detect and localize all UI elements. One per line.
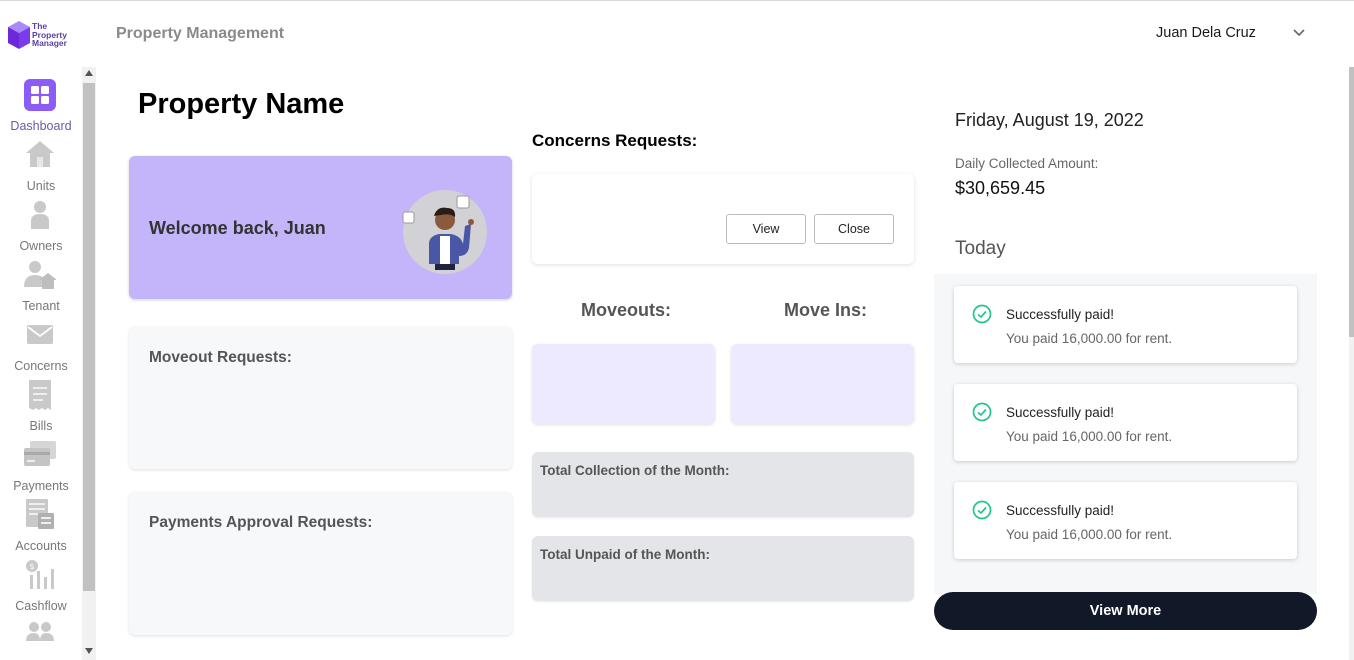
svg-text:$: $ xyxy=(29,562,34,571)
sidebar-item-label: Accounts xyxy=(15,539,67,553)
sidebar-item-units[interactable]: Units xyxy=(0,139,82,199)
total-unpaid-label: Total Unpaid of the Month: xyxy=(540,547,710,562)
sidebar: Dashboard Units Owners Tenant Concerns B… xyxy=(0,67,82,660)
header: The Property Manager Property Management… xyxy=(0,1,1354,67)
sidebar-item-concerns[interactable]: Concerns xyxy=(0,319,82,379)
daily-collected-amount: $30,659.45 xyxy=(955,178,1046,198)
total-collection-label: Total Collection of the Month: xyxy=(540,463,730,478)
close-button[interactable]: Close xyxy=(814,214,894,244)
person-icon xyxy=(31,201,49,229)
sidebar-item-payments[interactable]: Payments xyxy=(0,439,82,499)
notification-message: You paid 16,000.00 for rent. xyxy=(1006,331,1173,346)
scrollbar-thumb[interactable] xyxy=(83,83,95,591)
sidebar-scrollbar[interactable] xyxy=(82,67,96,660)
logo-text-line: Manager xyxy=(32,38,67,48)
notification-title: Successfully paid! xyxy=(1006,503,1115,518)
home-icon xyxy=(26,141,54,167)
total-collection-card: Total Collection of the Month: xyxy=(532,452,914,517)
sidebar-item-label: Concerns xyxy=(14,359,68,373)
daily-collected-label: Daily Collected Amount: xyxy=(955,156,1099,171)
notification-item[interactable]: Successfully paid! You paid 16,000.00 fo… xyxy=(954,286,1297,363)
page-scrollbar[interactable] xyxy=(1349,67,1354,660)
view-more-button[interactable]: View More xyxy=(934,592,1317,630)
cashflow-icon: $ xyxy=(26,560,54,589)
app-logo[interactable]: The Property Manager xyxy=(8,21,76,51)
check-circle-icon xyxy=(972,500,992,520)
scroll-down-arrow-icon[interactable] xyxy=(85,648,93,654)
notification-title: Successfully paid! xyxy=(1006,307,1115,322)
moveout-requests-title: Moveout Requests: xyxy=(149,349,292,366)
notification-title: Successfully paid! xyxy=(1006,405,1115,420)
welcome-text: Welcome back, Juan xyxy=(149,218,326,238)
sidebar-item-label: Dashboard xyxy=(10,119,72,133)
cube-logo-icon xyxy=(8,21,30,49)
chevron-down-icon[interactable] xyxy=(1292,28,1306,38)
mail-icon xyxy=(27,325,53,344)
sidebar-item-label: Owners xyxy=(19,239,63,253)
notification-item[interactable]: Successfully paid! You paid 16,000.00 fo… xyxy=(954,482,1297,559)
notification-message: You paid 16,000.00 for rent. xyxy=(1006,429,1173,444)
notification-message: You paid 16,000.00 for rent. xyxy=(1006,527,1173,542)
total-unpaid-card: Total Unpaid of the Month: xyxy=(532,536,914,601)
notification-feed: Successfully paid! You paid 16,000.00 fo… xyxy=(934,274,1317,594)
notification-item[interactable]: Successfully paid! You paid 16,000.00 fo… xyxy=(954,384,1297,461)
user-menu-name[interactable]: Juan Dela Cruz xyxy=(1156,25,1256,41)
sidebar-item-tenant[interactable]: Tenant xyxy=(0,259,82,319)
tenant-icon xyxy=(24,261,56,289)
credit-card-icon xyxy=(24,441,56,466)
sidebar-item-label: Payments xyxy=(13,479,69,493)
current-date: Friday, August 19, 2022 xyxy=(955,110,1144,130)
sidebar-item-label: Bills xyxy=(29,419,53,433)
moveins-box xyxy=(731,344,914,424)
ledger-icon xyxy=(26,499,54,529)
sidebar-item-label: Tenant xyxy=(22,299,60,313)
concerns-requests-card: View Close xyxy=(532,174,914,264)
avatar xyxy=(402,190,487,274)
concerns-requests-title: Concerns Requests: xyxy=(532,131,698,150)
page-scrollbar-thumb[interactable] xyxy=(1349,67,1354,337)
scroll-up-arrow-icon[interactable] xyxy=(85,70,93,76)
sidebar-item-bills[interactable]: Bills xyxy=(0,379,82,439)
sidebar-item-users[interactable] xyxy=(0,619,82,660)
welcome-card: Welcome back, Juan xyxy=(129,156,512,299)
sidebar-item-accounts[interactable]: Accounts xyxy=(0,499,82,559)
view-button[interactable]: View xyxy=(726,214,806,244)
receipt-icon xyxy=(29,380,51,410)
app-title: Property Management xyxy=(116,25,285,42)
moveout-requests-card: Moveout Requests: xyxy=(129,327,512,469)
logo-text: The Property Manager xyxy=(32,22,67,48)
sidebar-item-cashflow[interactable]: $ Cashflow xyxy=(0,559,82,619)
check-circle-icon xyxy=(972,304,992,324)
payments-approval-card: Payments Approval Requests: xyxy=(129,492,512,635)
sidebar-item-owners[interactable]: Owners xyxy=(0,199,82,259)
check-circle-icon xyxy=(972,402,992,422)
moveouts-title: Moveouts: xyxy=(581,300,671,320)
moveins-title: Move Ins: xyxy=(784,300,868,320)
sidebar-item-label: Units xyxy=(26,179,56,193)
sidebar-item-label: Cashflow xyxy=(15,599,67,613)
today-heading: Today xyxy=(955,238,1006,259)
payments-approval-title: Payments Approval Requests: xyxy=(149,514,373,531)
page-title: Property Name xyxy=(138,88,345,120)
moveouts-box xyxy=(532,344,715,424)
sidebar-item-dashboard[interactable]: Dashboard xyxy=(0,79,82,139)
dashboard-icon xyxy=(24,79,56,111)
users-icon xyxy=(26,622,54,641)
